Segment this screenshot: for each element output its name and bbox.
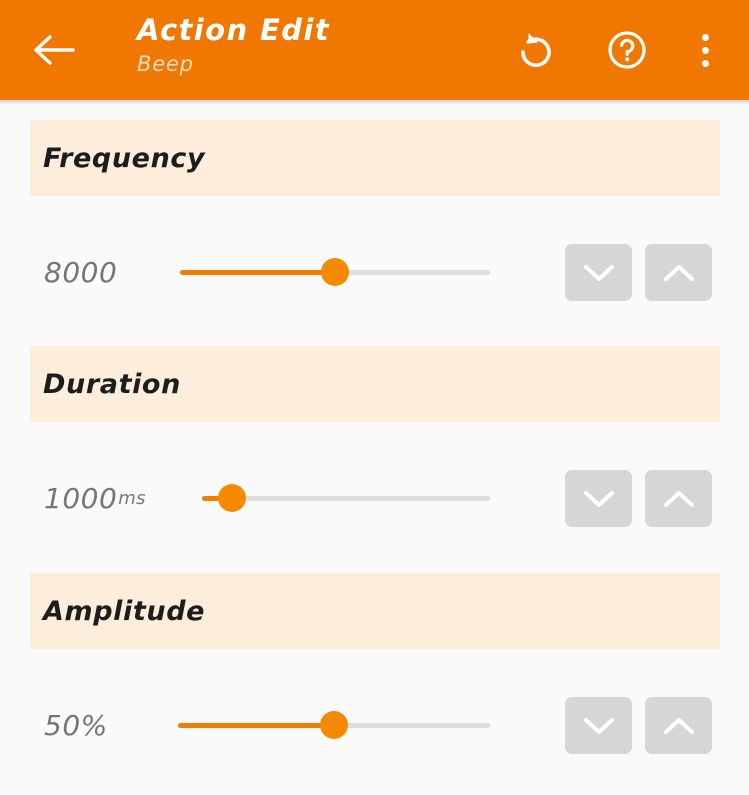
help-circle-icon bbox=[605, 28, 649, 72]
slider-thumb[interactable] bbox=[321, 258, 349, 286]
action-edit-screen: Action Edit Beep Frequency 8000 Duration… bbox=[0, 0, 749, 795]
value-display-frequency: 8000 bbox=[44, 227, 118, 317]
value-display-amplitude: 50% bbox=[44, 680, 109, 770]
decrement-button-duration[interactable] bbox=[565, 470, 632, 527]
slider-duration[interactable] bbox=[202, 453, 490, 543]
control-row-duration: 1000 ms bbox=[0, 453, 749, 543]
slider-amplitude[interactable] bbox=[178, 680, 490, 770]
increment-button-frequency[interactable] bbox=[645, 244, 712, 301]
decrement-button-frequency[interactable] bbox=[565, 244, 632, 301]
increment-button-duration[interactable] bbox=[645, 470, 712, 527]
overflow-menu-button[interactable] bbox=[679, 20, 731, 80]
back-button[interactable] bbox=[26, 22, 82, 78]
slider-thumb[interactable] bbox=[218, 484, 246, 512]
section-header-duration: Duration bbox=[30, 346, 720, 422]
chevron-down-icon bbox=[582, 262, 616, 284]
section-label: Duration bbox=[43, 368, 181, 400]
value-number: 8000 bbox=[44, 255, 118, 289]
value-display-duration: 1000 ms bbox=[44, 453, 146, 543]
increment-button-amplitude[interactable] bbox=[645, 697, 712, 754]
overflow-menu-icon bbox=[701, 33, 709, 67]
app-bar-titles: Action Edit Beep bbox=[137, 12, 507, 78]
help-button[interactable] bbox=[597, 20, 657, 80]
section-label: Frequency bbox=[43, 142, 206, 174]
section-header-amplitude: Amplitude bbox=[30, 573, 720, 649]
section-header-frequency: Frequency bbox=[30, 120, 720, 196]
arrow-left-icon bbox=[33, 33, 75, 67]
value-unit: ms bbox=[118, 487, 146, 509]
chevron-down-icon bbox=[582, 715, 616, 737]
undo-button[interactable] bbox=[505, 20, 565, 80]
value-number: 1000 bbox=[44, 481, 118, 515]
section-label: Amplitude bbox=[43, 595, 206, 627]
chevron-up-icon bbox=[662, 488, 696, 510]
value-number: 50% bbox=[44, 708, 108, 742]
undo-icon bbox=[514, 29, 556, 71]
chevron-up-icon bbox=[662, 262, 696, 284]
page-subtitle: Beep bbox=[137, 52, 194, 76]
app-bar: Action Edit Beep bbox=[0, 0, 749, 100]
chevron-down-icon bbox=[582, 488, 616, 510]
page-title: Action Edit bbox=[137, 13, 330, 47]
slider-frequency[interactable] bbox=[180, 227, 490, 317]
section-frequency: Frequency 8000 bbox=[0, 105, 749, 330]
slider-track-fill bbox=[178, 723, 334, 728]
control-row-frequency: 8000 bbox=[0, 227, 749, 317]
chevron-up-icon bbox=[662, 715, 696, 737]
section-duration: Duration 1000 ms bbox=[0, 330, 749, 555]
control-row-amplitude: 50% bbox=[0, 680, 749, 770]
section-amplitude: Amplitude 50% bbox=[0, 555, 749, 795]
settings-list: Frequency 8000 Duration 1000 ms Amplitud… bbox=[0, 105, 749, 795]
decrement-button-amplitude[interactable] bbox=[565, 697, 632, 754]
slider-thumb[interactable] bbox=[320, 711, 348, 739]
slider-track-fill bbox=[180, 270, 335, 275]
